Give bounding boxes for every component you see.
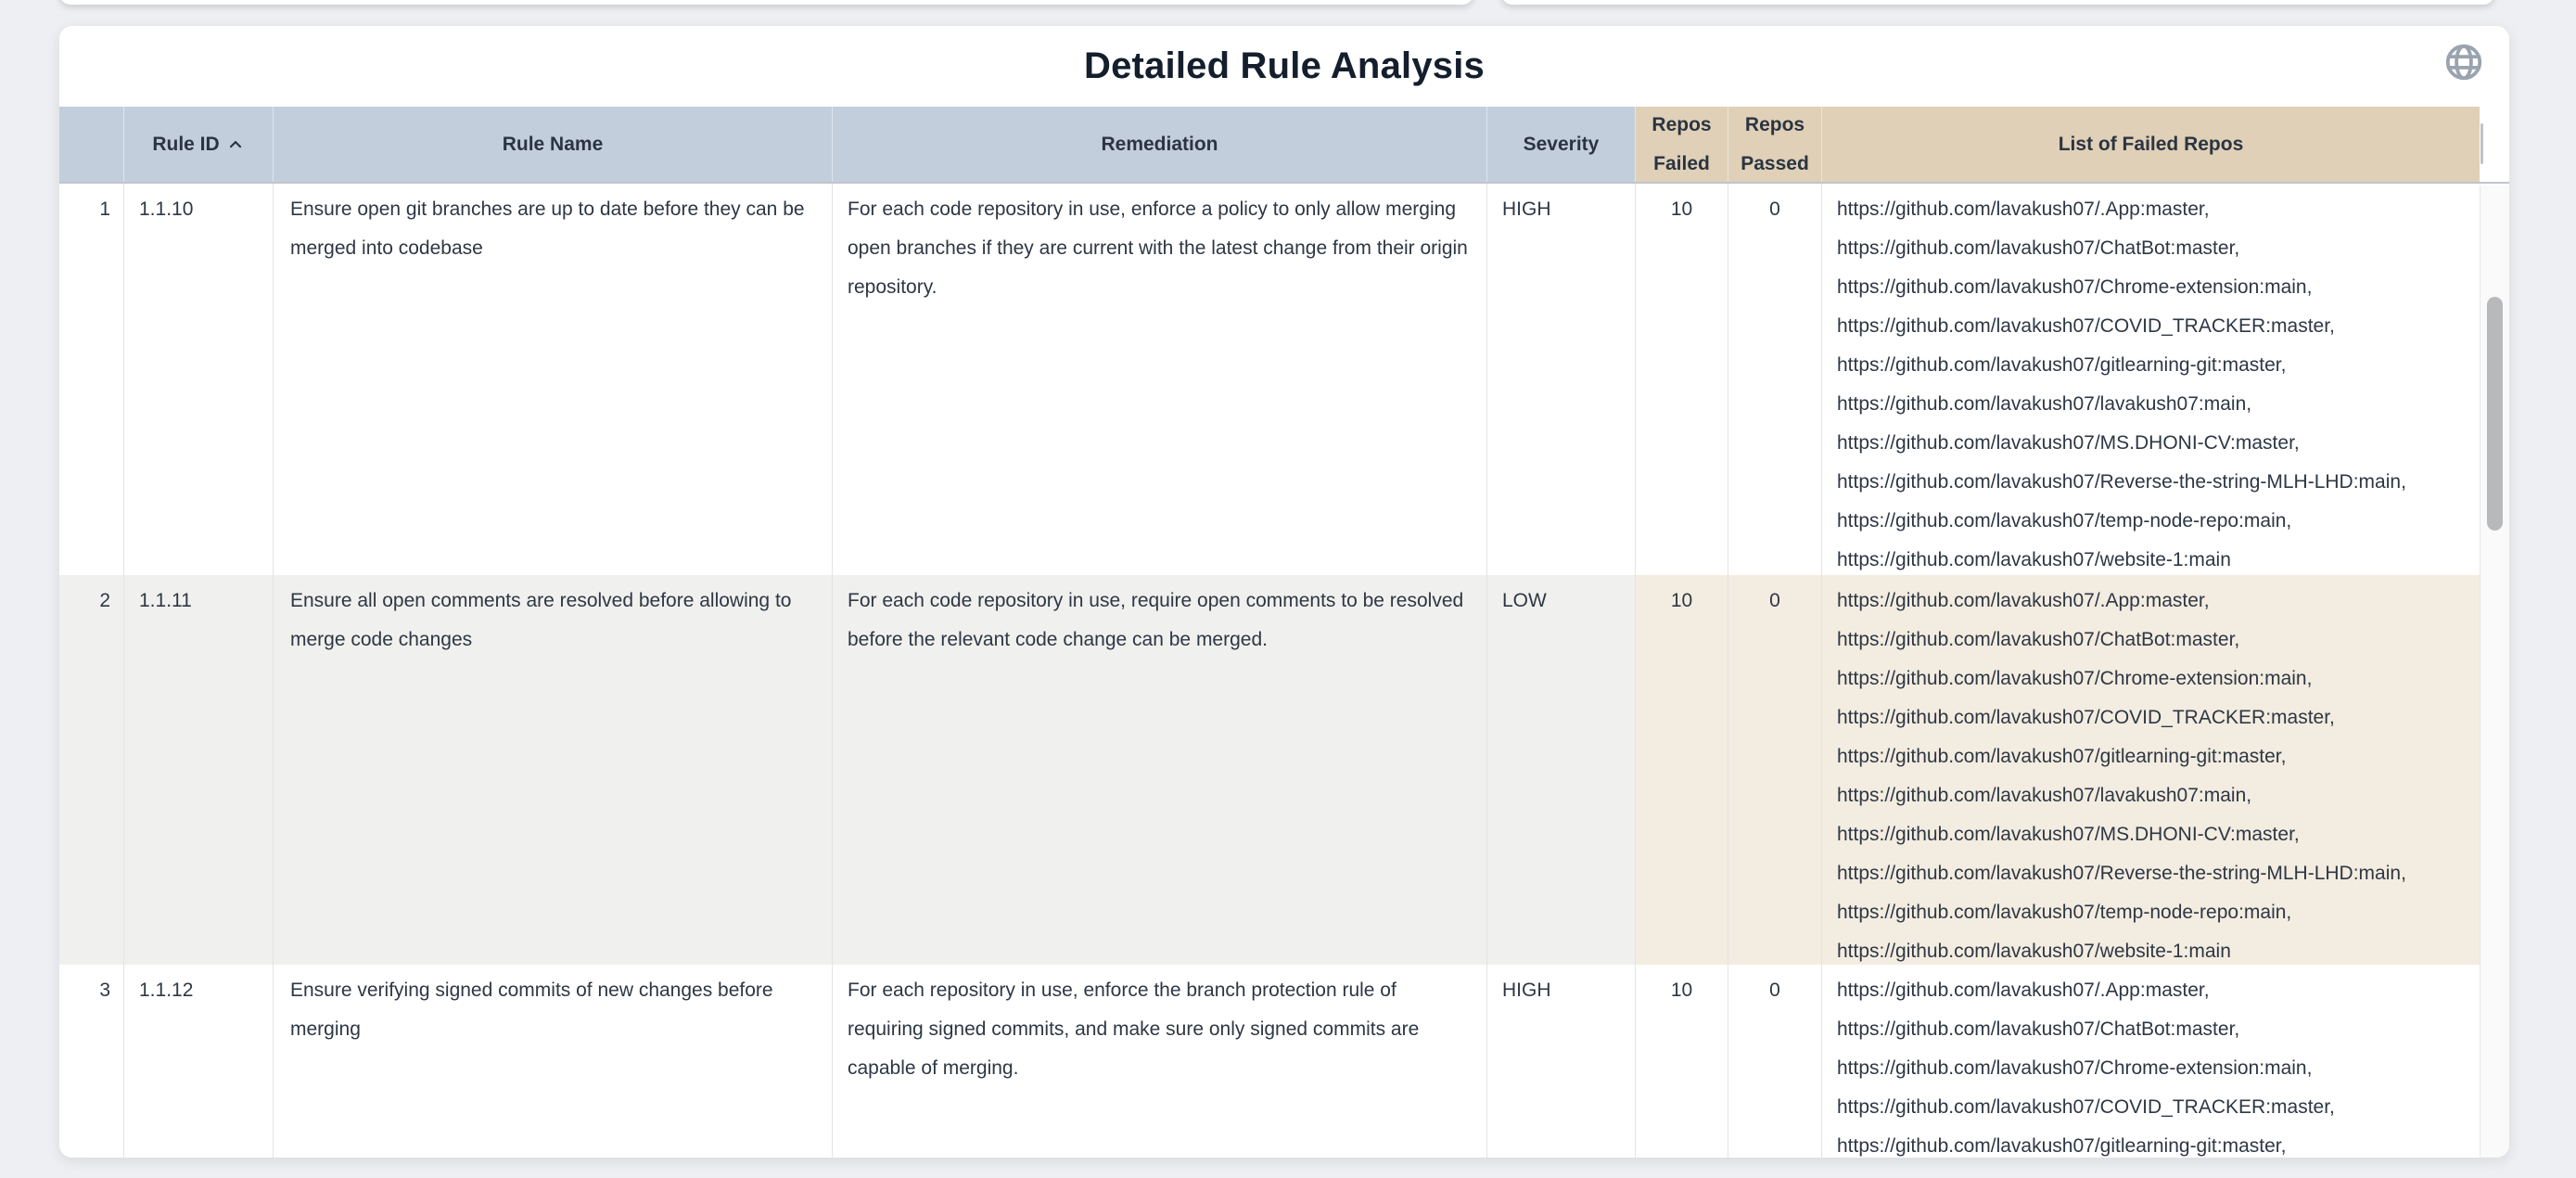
cell-rule-name: Ensure open git branches are up to date … (273, 184, 832, 575)
column-header-index[interactable] (59, 107, 123, 182)
cell-repos-passed: 0 (1728, 184, 1821, 575)
cell-rule-name: Ensure verifying signed commits of new c… (273, 965, 832, 1158)
cell-rule-name: Ensure all open comments are resolved be… (273, 575, 832, 965)
column-header-rule-id-label: Rule ID (152, 125, 219, 164)
header-scrollbar-gutter (2480, 107, 2509, 182)
cell-row-index: 1 (59, 184, 123, 575)
globe-icon[interactable] (2442, 41, 2485, 83)
cell-row-index: 2 (59, 575, 123, 965)
header-scrollbar-stub (2480, 123, 2483, 164)
cell-remediation: For each code repository in use, enforce… (832, 184, 1486, 575)
cell-rule-id: 1.1.10 (123, 184, 273, 575)
rule-analysis-table: Rule ID Rule Name Remediation Severity R… (59, 107, 2509, 1158)
table-row: 1 1.1.10 Ensure open git branches are up… (59, 184, 2509, 575)
cell-repos-passed: 0 (1728, 575, 1821, 965)
cell-severity: HIGH (1486, 965, 1635, 1158)
cell-remediation: For each code repository in use, require… (832, 575, 1486, 965)
column-header-repos-failed[interactable]: Repos Failed (1635, 107, 1728, 182)
cell-list-of-failed-repos: https://github.com/lavakush07/.App:maste… (1821, 184, 2480, 575)
card-header: Detailed Rule Analysis (59, 26, 2509, 107)
page-background: { "card": { "title": "Detailed Rule Anal… (0, 0, 2576, 1178)
cell-severity: HIGH (1486, 184, 1635, 575)
cell-remediation: For each repository in use, enforce the … (832, 965, 1486, 1158)
table-row: 2 1.1.11 Ensure all open comments are re… (59, 575, 2509, 965)
cell-repos-failed: 10 (1635, 575, 1728, 965)
cell-list-of-failed-repos: https://github.com/lavakush07/.App:maste… (1821, 575, 2480, 965)
table-header-row: Rule ID Rule Name Remediation Severity R… (59, 107, 2509, 184)
cell-repos-failed: 10 (1635, 184, 1728, 575)
column-header-remediation[interactable]: Remediation (832, 107, 1486, 182)
column-header-severity[interactable]: Severity (1486, 107, 1635, 182)
sort-ascending-icon (226, 135, 245, 154)
table-row: 3 1.1.12 Ensure verifying signed commits… (59, 965, 2509, 1158)
column-header-list-of-failed-repos[interactable]: List of Failed Repos (1821, 107, 2480, 182)
cell-rule-id: 1.1.11 (123, 575, 273, 965)
cell-rule-id: 1.1.12 (123, 965, 273, 1158)
partial-card-top-right (1501, 0, 2494, 5)
cell-list-of-failed-repos: https://github.com/lavakush07/.App:maste… (1821, 965, 2480, 1158)
partial-card-top-left (59, 0, 1473, 5)
column-header-rule-id[interactable]: Rule ID (123, 107, 273, 182)
cell-row-index: 3 (59, 965, 123, 1158)
vertical-scrollbar-track[interactable] (2480, 186, 2509, 1158)
vertical-scrollbar-thumb[interactable] (2487, 297, 2503, 531)
detailed-rule-analysis-card: Detailed Rule Analysis Rule ID Rule Nam (59, 26, 2509, 1158)
cell-severity: LOW (1486, 575, 1635, 965)
column-header-rule-name[interactable]: Rule Name (273, 107, 832, 182)
column-header-repos-passed[interactable]: Repos Passed (1728, 107, 1821, 182)
cell-repos-failed: 10 (1635, 965, 1728, 1158)
page-title: Detailed Rule Analysis (59, 26, 2509, 107)
cell-repos-passed: 0 (1728, 965, 1821, 1158)
